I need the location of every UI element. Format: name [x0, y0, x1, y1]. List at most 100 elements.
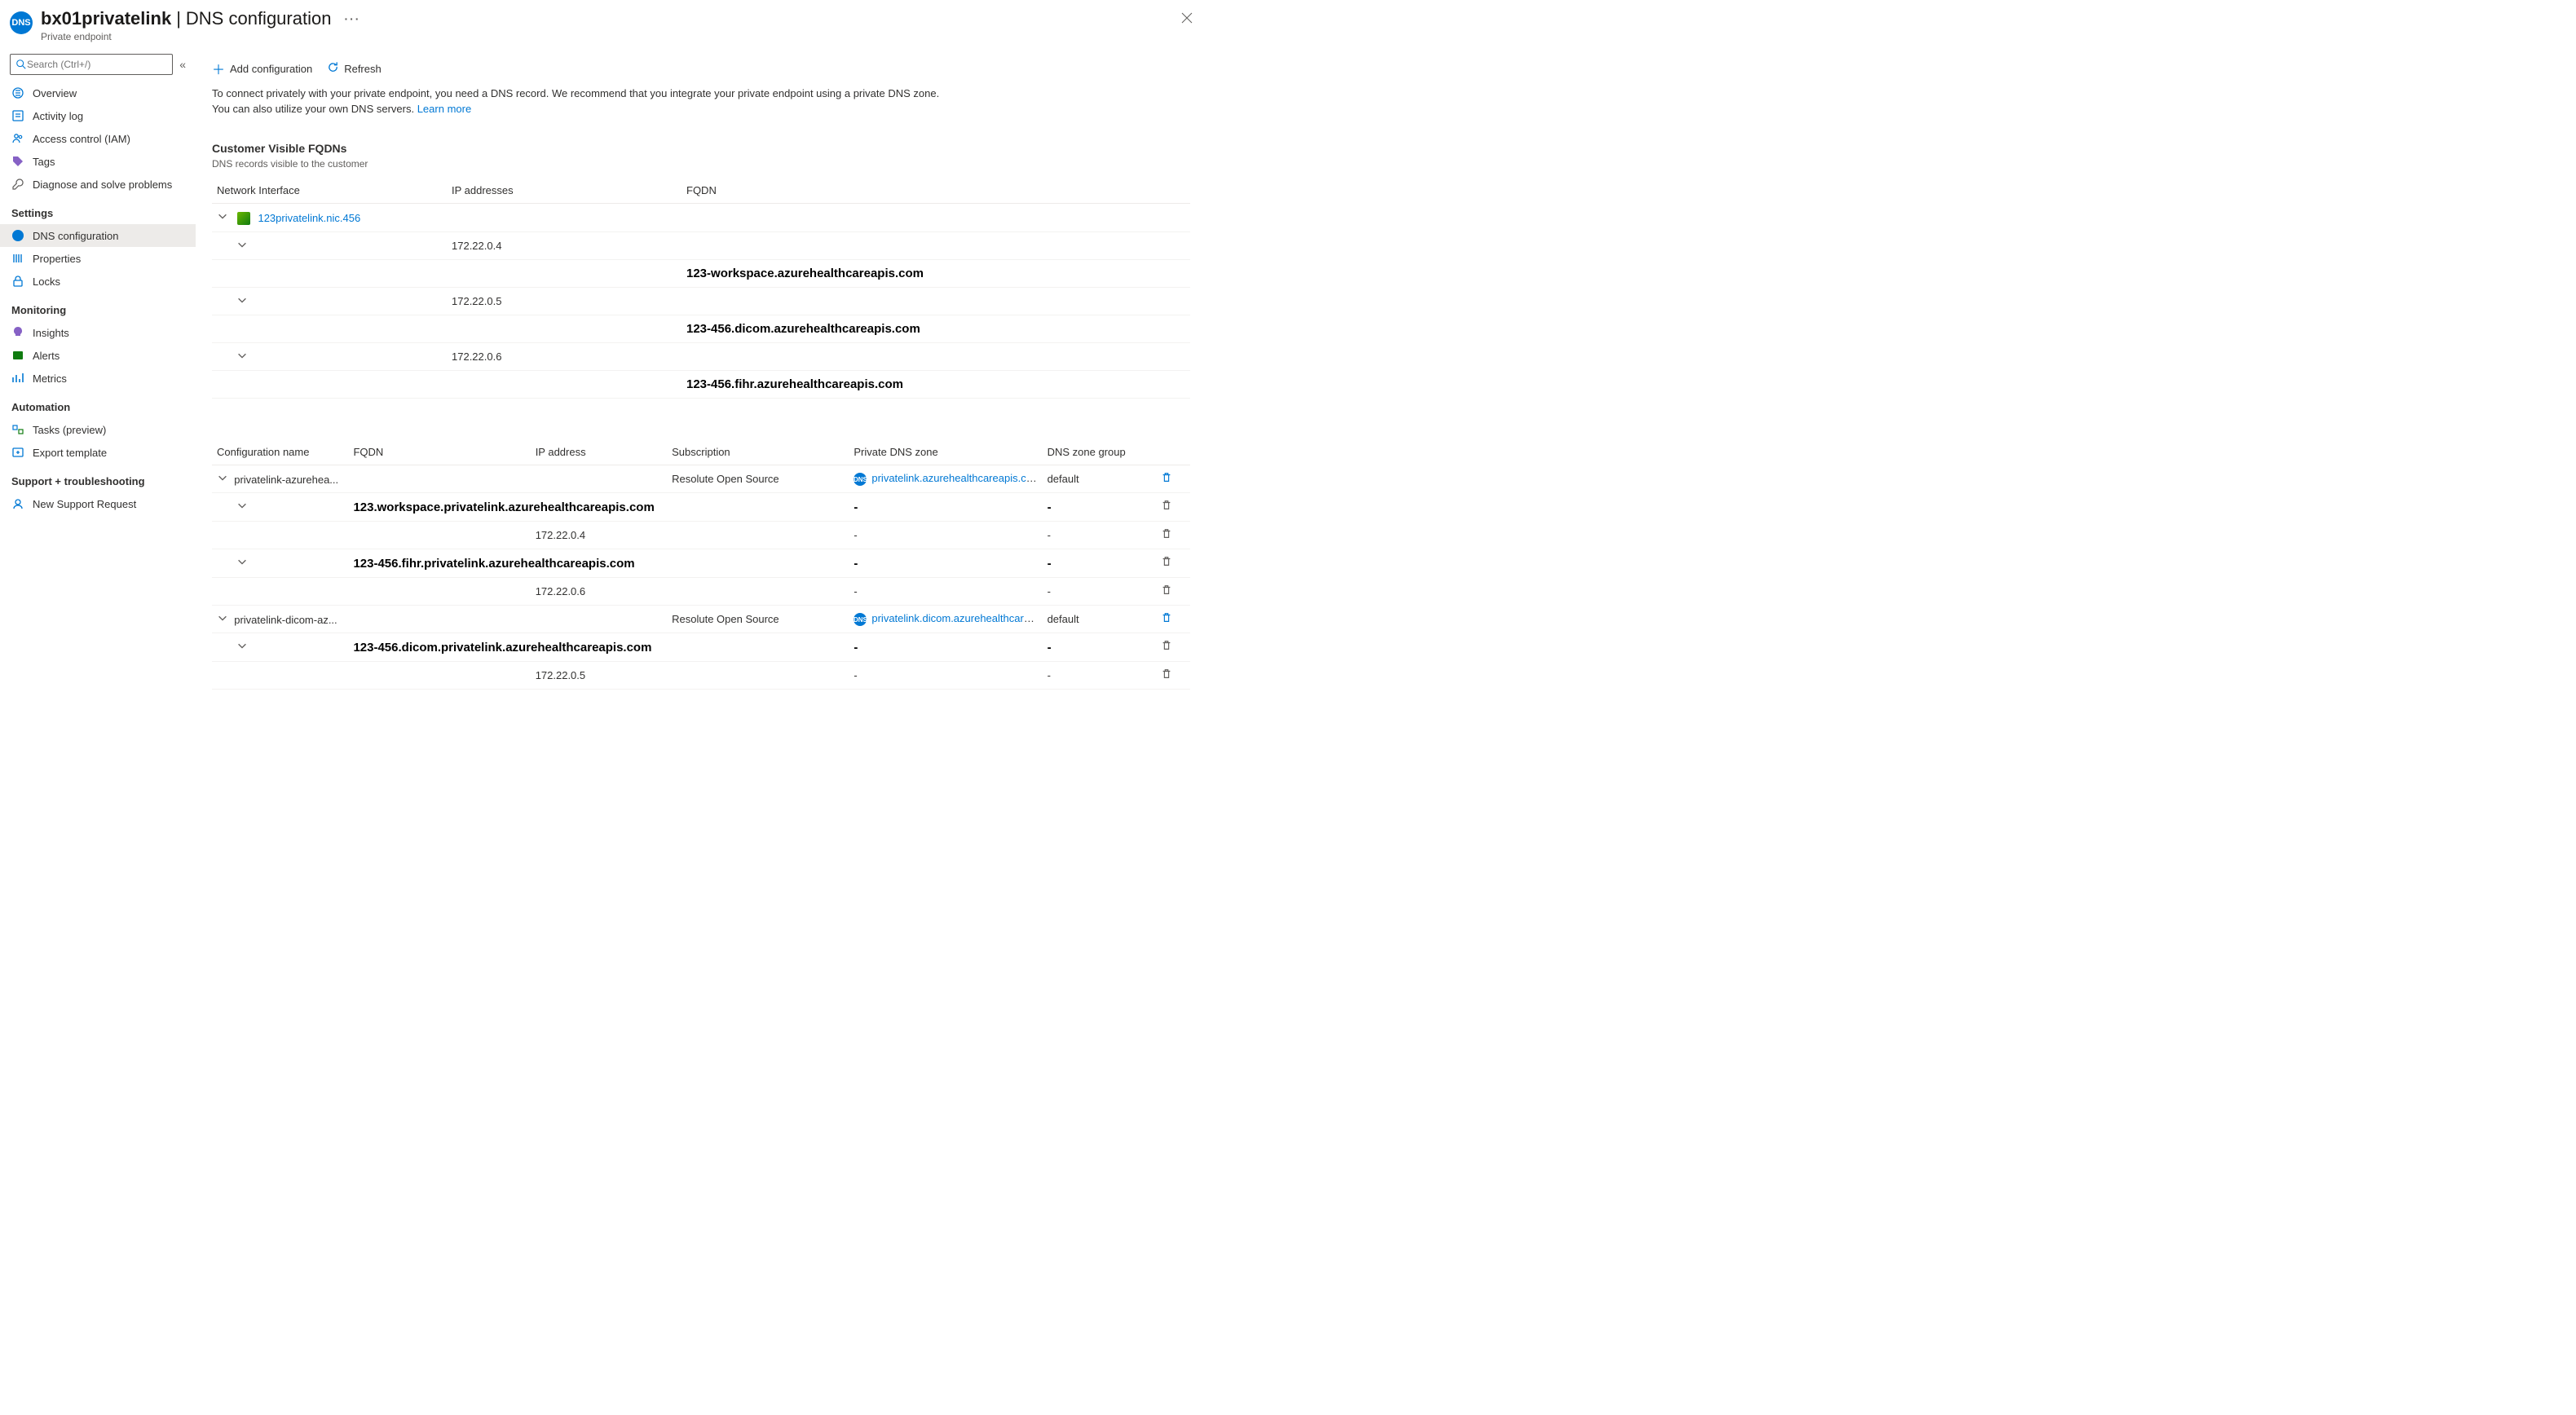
chevron-down-icon[interactable]: [236, 556, 248, 571]
nic-icon: [237, 212, 250, 225]
nav-metrics[interactable]: Metrics: [0, 367, 196, 390]
page-title: bx01privatelink | DNS configuration ···: [41, 8, 1177, 29]
search-input[interactable]: [27, 59, 167, 70]
config-table: Configuration name FQDN IP address Subsc…: [212, 439, 1190, 690]
chevron-down-icon[interactable]: [217, 472, 228, 486]
people-icon: [11, 132, 24, 145]
col-config-group: DNS zone group: [1043, 439, 1157, 465]
delete-button[interactable]: [1161, 584, 1172, 596]
fqdns-title: Customer Visible FQDNs: [196, 117, 1206, 158]
delete-button[interactable]: [1161, 500, 1172, 511]
chevron-down-icon[interactable]: [236, 640, 248, 655]
col-config-fqdn: FQDN: [348, 439, 530, 465]
page-header: DNS bx01privatelink | DNS configuration …: [0, 0, 1206, 54]
nav-activity-log[interactable]: Activity log: [0, 104, 196, 127]
delete-button[interactable]: [1161, 640, 1172, 651]
table-row: 172.22.0.6 --: [212, 578, 1190, 606]
delete-button[interactable]: [1161, 612, 1172, 624]
tag-icon: [11, 155, 24, 168]
chevron-down-icon[interactable]: [217, 210, 228, 224]
resource-type: Private endpoint: [41, 31, 1177, 42]
col-ip: IP addresses: [447, 178, 681, 204]
intro-text: To connect privately with your private e…: [196, 86, 970, 117]
nav-alerts[interactable]: Alerts: [0, 344, 196, 367]
nav-section-monitoring: Monitoring: [0, 293, 196, 321]
table-row: 123.workspace.privatelink.azurehealthcar…: [212, 493, 1190, 522]
dns-zone-link[interactable]: privatelink.dicom.azurehealthcarea...: [871, 612, 1042, 624]
col-config-zone: Private DNS zone: [849, 439, 1042, 465]
search-input-wrapper[interactable]: [10, 54, 173, 75]
metrics-icon: [11, 372, 24, 385]
nav-section-support: Support + troubleshooting: [0, 464, 196, 492]
toolbar: ＋ Add configuration Refresh: [196, 54, 1206, 86]
nav-support-request[interactable]: New Support Request: [0, 492, 196, 515]
table-row: 172.22.0.5 --: [212, 662, 1190, 690]
overview-icon: [11, 86, 24, 99]
refresh-button[interactable]: Refresh: [327, 61, 382, 76]
table-row: 172.22.0.4 --: [212, 522, 1190, 549]
nav-export-template[interactable]: Export template: [0, 441, 196, 464]
dns-zone-icon: DNS: [854, 473, 867, 486]
table-row: 123-workspace.azurehealthcareapis.com: [212, 260, 1190, 288]
bulb-icon: [11, 326, 24, 339]
table-row: 123-456.fihr.privatelink.azurehealthcare…: [212, 549, 1190, 578]
nav-section-automation: Automation: [0, 390, 196, 418]
dns-icon: [11, 229, 24, 242]
col-config-sub: Subscription: [667, 439, 849, 465]
table-row: 123-456.fihr.azurehealthcareapis.com: [212, 371, 1190, 399]
dns-zone-link[interactable]: privatelink.azurehealthcareapis.com: [871, 472, 1040, 484]
nav-overview[interactable]: Overview: [0, 82, 196, 104]
table-row: 172.22.0.5: [212, 288, 1190, 315]
delete-button[interactable]: [1161, 556, 1172, 567]
sidebar: « Overview Activity log Access control (…: [0, 54, 196, 722]
nav-diagnose[interactable]: Diagnose and solve problems: [0, 173, 196, 196]
col-config-name: Configuration name: [212, 439, 348, 465]
resource-icon: DNS: [10, 11, 33, 34]
nav-section-settings: Settings: [0, 196, 196, 224]
nav-tags[interactable]: Tags: [0, 150, 196, 173]
delete-button[interactable]: [1161, 528, 1172, 540]
nav-dns-configuration[interactable]: DNS configuration: [0, 224, 196, 247]
collapse-sidebar-button[interactable]: «: [179, 58, 186, 71]
config-group-row: privatelink-dicom-az... Resolute Open So…: [212, 606, 1190, 633]
alert-icon: [11, 349, 24, 362]
nic-link[interactable]: 123privatelink.nic.456: [258, 212, 360, 224]
lock-icon: [11, 275, 24, 288]
chevron-down-icon[interactable]: [236, 239, 248, 253]
table-row: 123-456.dicom.azurehealthcareapis.com: [212, 315, 1190, 343]
properties-icon: [11, 252, 24, 265]
config-group-row: privatelink-azurehea... Resolute Open So…: [212, 465, 1190, 493]
table-row: 172.22.0.4: [212, 232, 1190, 260]
nav-properties[interactable]: Properties: [0, 247, 196, 270]
col-config-ip: IP address: [531, 439, 667, 465]
add-configuration-button[interactable]: ＋ Add configuration: [212, 59, 312, 78]
main-content: ＋ Add configuration Refresh To connect p…: [196, 54, 1206, 722]
learn-more-link[interactable]: Learn more: [417, 103, 471, 115]
col-fqdn: FQDN: [681, 178, 1190, 204]
nav-tasks[interactable]: Tasks (preview): [0, 418, 196, 441]
section-name: DNS configuration: [186, 8, 332, 29]
search-icon: [15, 59, 27, 70]
log-icon: [11, 109, 24, 122]
delete-button[interactable]: [1161, 668, 1172, 680]
nav-locks[interactable]: Locks: [0, 270, 196, 293]
nic-row: 123privatelink.nic.456: [212, 203, 1190, 232]
more-actions-button[interactable]: ···: [344, 12, 360, 25]
close-button[interactable]: [1177, 8, 1197, 32]
delete-button[interactable]: [1161, 472, 1172, 483]
nav-iam[interactable]: Access control (IAM): [0, 127, 196, 150]
wrench-icon: [11, 178, 24, 191]
table-row: 123-456.dicom.privatelink.azurehealthcar…: [212, 633, 1190, 662]
table-row: 172.22.0.6: [212, 343, 1190, 371]
chevron-down-icon[interactable]: [217, 612, 228, 626]
chevron-down-icon[interactable]: [236, 500, 248, 514]
fqdns-table: Network Interface IP addresses FQDN 123p…: [212, 178, 1190, 399]
tasks-icon: [11, 423, 24, 436]
nav-insights[interactable]: Insights: [0, 321, 196, 344]
support-icon: [11, 497, 24, 510]
refresh-icon: [327, 61, 339, 76]
fqdns-subtitle: DNS records visible to the customer: [196, 158, 1206, 178]
dns-zone-icon: DNS: [854, 613, 867, 626]
chevron-down-icon[interactable]: [236, 350, 248, 364]
chevron-down-icon[interactable]: [236, 294, 248, 308]
